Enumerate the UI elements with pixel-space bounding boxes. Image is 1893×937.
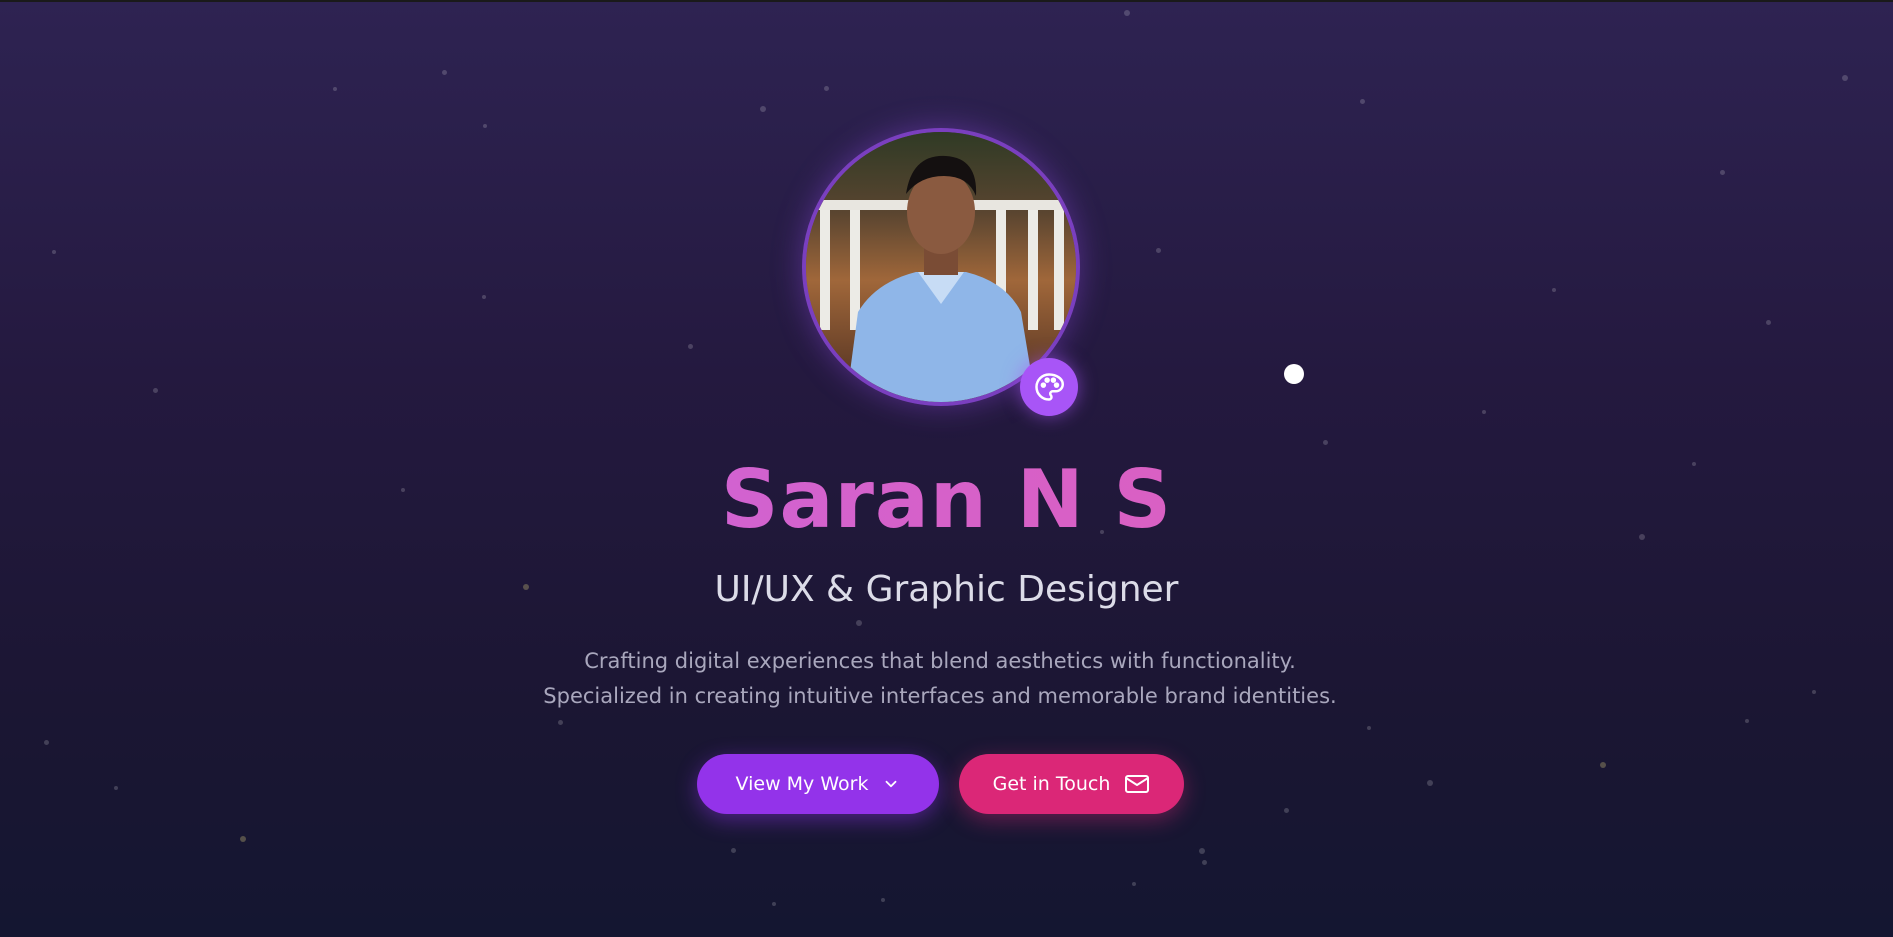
mail-icon bbox=[1125, 775, 1150, 793]
hero-role: UI/UX & Graphic Designer bbox=[714, 569, 1179, 610]
hero-description: Crafting digital experiences that blend … bbox=[543, 649, 1337, 708]
get-in-touch-label: Get in Touch bbox=[992, 773, 1111, 795]
hero-name: Saran N S bbox=[0, 452, 1893, 548]
view-work-button[interactable]: View My Work bbox=[697, 754, 939, 814]
chevron-down-icon bbox=[886, 780, 897, 788]
get-in-touch-button[interactable]: Get in Touch bbox=[959, 754, 1184, 814]
palette-icon bbox=[1035, 373, 1064, 401]
hero-section: Saran N S UI/UX & Graphic Designer Craft… bbox=[0, 2, 1893, 937]
view-work-label: View My Work bbox=[735, 773, 869, 795]
cursor-dot bbox=[1284, 364, 1304, 384]
avatar-container bbox=[802, 128, 1080, 416]
hero-actions: View My Work Get in Touch bbox=[697, 754, 1184, 814]
palette-badge bbox=[1020, 358, 1078, 416]
